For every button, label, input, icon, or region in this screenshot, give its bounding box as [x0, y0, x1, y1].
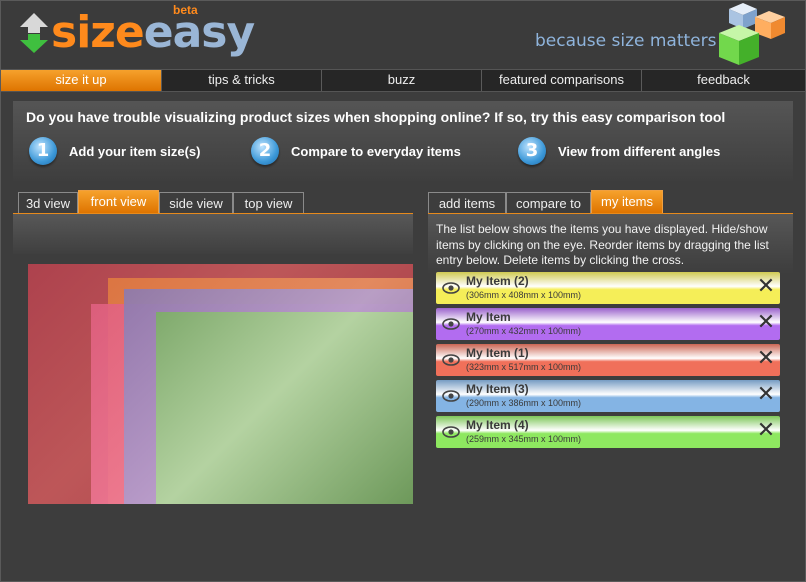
item-rect-5[interactable]: [156, 312, 413, 504]
step-1-number-icon: 1: [29, 137, 57, 165]
tab-side-view[interactable]: side view: [159, 192, 233, 213]
cubes-logo-icon: [719, 3, 785, 65]
my-item-name: My Item (2): [466, 274, 529, 288]
nav-feedback[interactable]: feedback: [642, 70, 805, 91]
step-3-number-icon: 3: [518, 137, 546, 165]
step-2: 2 Compare to everyday items: [251, 137, 461, 165]
step-2-number-icon: 2: [251, 137, 279, 165]
eye-icon[interactable]: [442, 353, 460, 367]
sizeeasy-logo[interactable]: sizeeasy beta: [15, 3, 255, 63]
beta-badge: beta: [173, 3, 198, 17]
my-item-dimensions: (290mm x 386mm x 100mm): [466, 398, 582, 408]
logo-wordmark: sizeeasy: [51, 7, 255, 58]
delete-cross-icon[interactable]: ✕: [756, 312, 776, 334]
delete-cross-icon[interactable]: ✕: [756, 276, 776, 298]
nav-featured-comparisons[interactable]: featured comparisons: [482, 70, 642, 91]
my-item-dimensions: (323mm x 517mm x 100mm): [466, 362, 582, 372]
view-toolbar: [13, 214, 413, 254]
step-1: 1 Add your item size(s): [29, 137, 200, 165]
banner-title: Do you have trouble visualizing product …: [26, 109, 726, 125]
my-items-panel: The list below shows the items you have …: [428, 214, 793, 459]
my-item-name: My Item (3): [466, 382, 529, 396]
my-item-row[interactable]: My Item (4) (259mm x 345mm x 100mm) ✕: [436, 416, 780, 448]
nav-size-it-up[interactable]: size it up: [1, 70, 162, 91]
eye-icon[interactable]: [442, 317, 460, 331]
main-nav: size it up tips & tricks buzz featured c…: [1, 69, 805, 92]
up-down-arrow-icon: [20, 13, 48, 53]
eye-icon[interactable]: [442, 425, 460, 439]
tab-3d-view[interactable]: 3d view: [18, 192, 78, 213]
my-item-name: My Item: [466, 310, 511, 324]
eye-icon[interactable]: [442, 281, 460, 295]
nav-buzz[interactable]: buzz: [322, 70, 482, 91]
tab-my-items[interactable]: my items: [591, 190, 663, 213]
tab-top-view[interactable]: top view: [233, 192, 304, 213]
tab-compare-to[interactable]: compare to: [506, 192, 591, 213]
front-view-canvas[interactable]: [28, 264, 413, 504]
my-item-dimensions: (259mm x 345mm x 100mm): [466, 434, 582, 444]
tab-add-items[interactable]: add items: [428, 192, 506, 213]
my-item-name: My Item (1): [466, 346, 529, 360]
delete-cross-icon[interactable]: ✕: [756, 420, 776, 442]
intro-banner: Do you have trouble visualizing product …: [13, 101, 793, 181]
my-item-row[interactable]: My Item (3) (290mm x 386mm x 100mm) ✕: [436, 380, 780, 412]
my-item-dimensions: (270mm x 432mm x 100mm): [466, 326, 582, 336]
my-item-row[interactable]: My Item (270mm x 432mm x 100mm) ✕: [436, 308, 780, 340]
tab-front-view[interactable]: front view: [78, 190, 159, 213]
tagline: because size matters: [535, 31, 717, 51]
my-item-row[interactable]: My Item (1) (323mm x 517mm x 100mm) ✕: [436, 344, 780, 376]
step-2-label: Compare to everyday items: [291, 143, 461, 159]
delete-cross-icon[interactable]: ✕: [756, 348, 776, 370]
header: sizeeasy beta because size matters: [1, 1, 805, 69]
nav-tips-tricks[interactable]: tips & tricks: [162, 70, 322, 91]
step-1-label: Add your item size(s): [69, 143, 201, 159]
app-frame: sizeeasy beta because size matters size …: [0, 0, 806, 582]
step-3-label: View from different angles: [558, 143, 721, 159]
my-item-name: My Item (4): [466, 418, 529, 432]
my-item-dimensions: (306mm x 408mm x 100mm): [466, 290, 582, 300]
my-items-instructions: The list below shows the items you have …: [436, 222, 769, 267]
my-item-row[interactable]: My Item (2) (306mm x 408mm x 100mm) ✕: [436, 272, 780, 304]
step-3: 3 View from different angles: [518, 137, 720, 165]
eye-icon[interactable]: [442, 389, 460, 403]
delete-cross-icon[interactable]: ✕: [756, 384, 776, 406]
